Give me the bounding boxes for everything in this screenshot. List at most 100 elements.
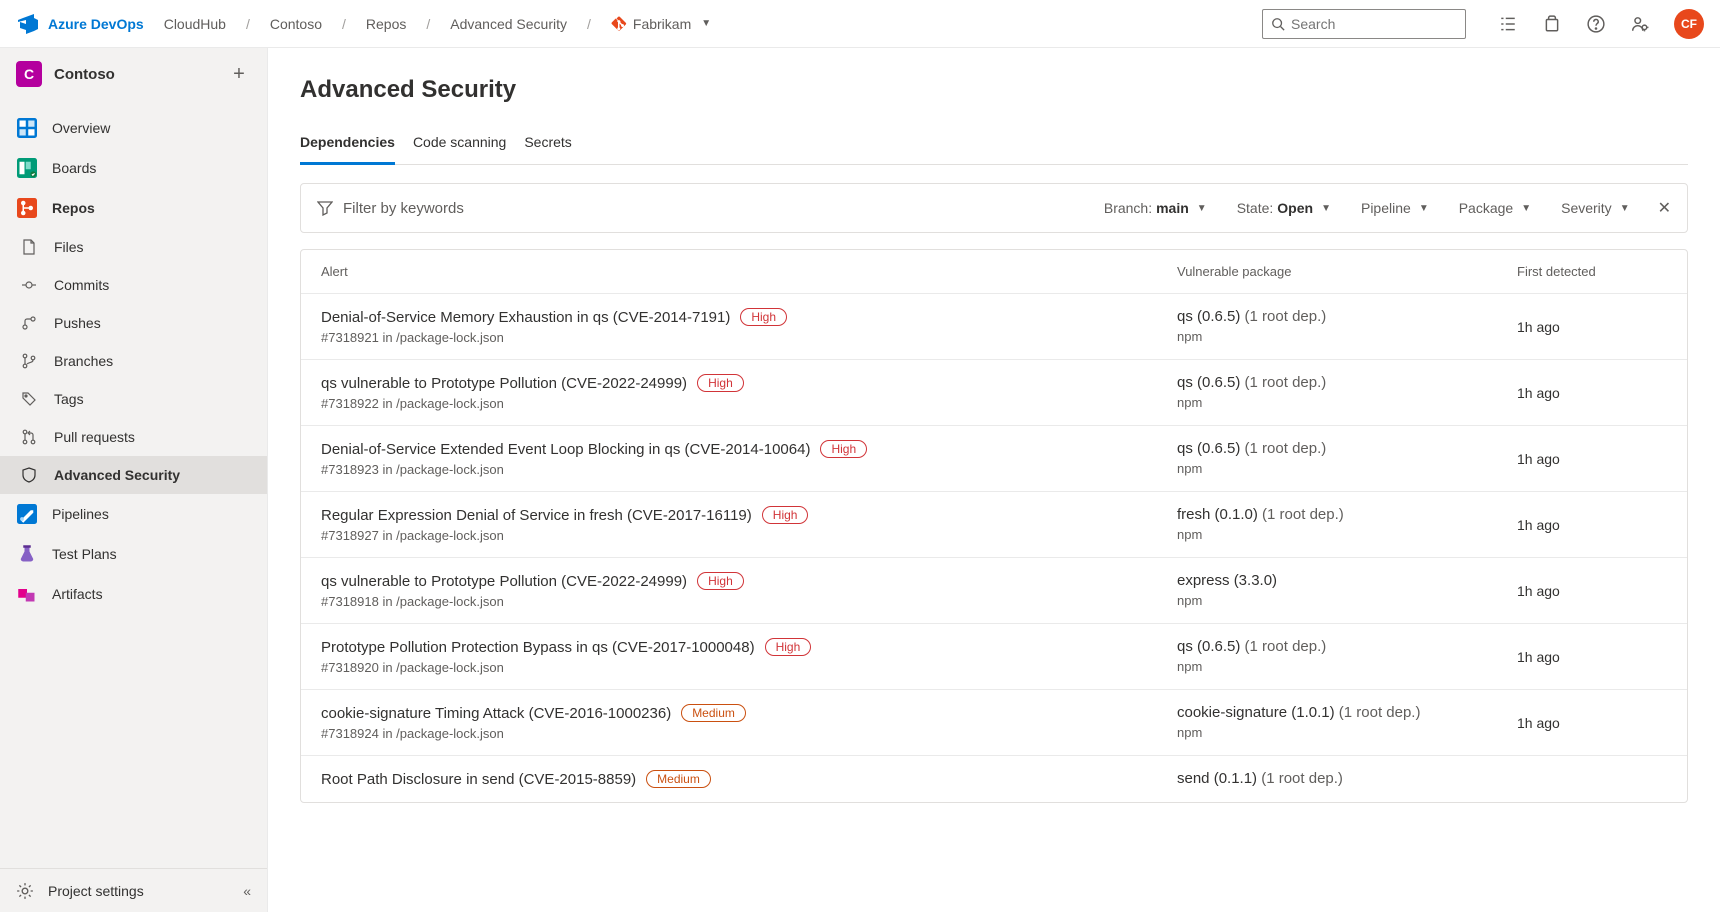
- top-bar: Azure DevOps CloudHub / Contoso / Repos …: [0, 0, 1720, 48]
- sidebar-item-overview[interactable]: Overview: [0, 108, 267, 148]
- chevron-down-icon: ▼: [1419, 203, 1429, 214]
- package-manager: npm: [1177, 461, 1517, 476]
- sidebar-item-test-plans[interactable]: Test Plans: [0, 534, 267, 574]
- sidebar-item-advanced-security[interactable]: Advanced Security: [0, 456, 267, 494]
- package-name: qs (0.6.5): [1177, 638, 1240, 655]
- user-avatar[interactable]: CF: [1674, 9, 1704, 39]
- alert-title: Prototype Pollution Protection Bypass in…: [321, 639, 755, 656]
- alert-row[interactable]: qs vulnerable to Prototype Pollution (CV…: [301, 557, 1687, 623]
- global-search[interactable]: [1262, 9, 1466, 39]
- project-settings[interactable]: Project settings «: [0, 868, 267, 912]
- alert-row[interactable]: Root Path Disclosure in send (CVE-2015-8…: [301, 755, 1687, 802]
- filter-pipeline[interactable]: Pipeline ▼: [1351, 200, 1439, 216]
- sidebar-label: Branches: [54, 353, 113, 369]
- sidebar-item-repos[interactable]: Repos: [0, 188, 267, 228]
- alert-row[interactable]: Denial-of-Service Extended Event Loop Bl…: [301, 425, 1687, 491]
- filter-branch[interactable]: Branch: main ▼: [1094, 200, 1217, 216]
- package-name: qs (0.6.5): [1177, 374, 1240, 391]
- alert-row[interactable]: Denial-of-Service Memory Exhaustion in q…: [301, 293, 1687, 359]
- user-settings-icon[interactable]: [1630, 14, 1650, 34]
- filter-state[interactable]: State: Open ▼: [1227, 200, 1341, 216]
- col-detected[interactable]: First detected: [1517, 264, 1667, 279]
- sidebar-label: Test Plans: [52, 546, 117, 562]
- sidebar-item-pipelines[interactable]: Pipelines: [0, 494, 267, 534]
- collapse-sidebar-icon[interactable]: «: [243, 883, 251, 899]
- sidebar-label: Pipelines: [52, 506, 109, 522]
- alert-title: Denial-of-Service Memory Exhaustion in q…: [321, 309, 730, 326]
- project-badge: C: [16, 61, 42, 87]
- alert-row[interactable]: qs vulnerable to Prototype Pollution (CV…: [301, 359, 1687, 425]
- filter-bar: Branch: main ▼ State: Open ▼ Pipeline ▼ …: [300, 183, 1688, 233]
- breadcrumb-area[interactable]: Repos: [360, 16, 412, 32]
- first-detected: 1h ago: [1517, 583, 1667, 599]
- git-repo-icon: [611, 16, 627, 32]
- pushes-icon: [18, 312, 40, 334]
- tab-secrets[interactable]: Secrets: [524, 126, 571, 164]
- files-icon: [18, 236, 40, 258]
- breadcrumb-page[interactable]: Advanced Security: [444, 16, 573, 32]
- repo-selector[interactable]: Fabrikam ▼: [605, 16, 717, 32]
- first-detected: 1h ago: [1517, 517, 1667, 533]
- help-icon[interactable]: [1586, 14, 1606, 34]
- severity-badge: Medium: [681, 704, 746, 722]
- root-dep: (1 root dep.): [1339, 704, 1421, 721]
- root-dep: (1 root dep.): [1261, 770, 1343, 787]
- brand-label[interactable]: Azure DevOps: [48, 16, 144, 32]
- first-detected: 1h ago: [1517, 451, 1667, 467]
- repos-icon: [16, 197, 38, 219]
- sidebar-item-pull-requests[interactable]: Pull requests: [0, 418, 267, 456]
- alert-row[interactable]: cookie-signature Timing Attack (CVE-2016…: [301, 689, 1687, 755]
- sidebar-item-pushes[interactable]: Pushes: [0, 304, 267, 342]
- col-alert[interactable]: Alert: [321, 264, 1177, 279]
- sidebar-item-branches[interactable]: Branches: [0, 342, 267, 380]
- sidebar-item-commits[interactable]: Commits: [0, 266, 267, 304]
- severity-badge: Medium: [646, 770, 711, 788]
- severity-badge: High: [820, 440, 867, 458]
- test-plans-icon: [16, 543, 38, 565]
- sidebar-item-boards[interactable]: Boards: [0, 148, 267, 188]
- col-package[interactable]: Vulnerable package: [1177, 264, 1517, 279]
- breadcrumb-org[interactable]: CloudHub: [158, 16, 232, 32]
- work-items-icon[interactable]: [1498, 14, 1518, 34]
- clear-filters-icon[interactable]: ✕: [1658, 198, 1671, 218]
- search-input[interactable]: [1291, 16, 1472, 32]
- alert-row[interactable]: Prototype Pollution Protection Bypass in…: [301, 623, 1687, 689]
- package-name: qs (0.6.5): [1177, 308, 1240, 325]
- table-header: Alert Vulnerable package First detected: [301, 250, 1687, 293]
- sidebar-label: Pull requests: [54, 429, 135, 445]
- breadcrumb-sep: /: [420, 16, 436, 32]
- sidebar-label: Overview: [52, 120, 110, 136]
- project-header[interactable]: C Contoso +: [0, 48, 267, 100]
- package-manager: npm: [1177, 725, 1517, 740]
- sidebar-item-files[interactable]: Files: [0, 228, 267, 266]
- breadcrumb-sep: /: [581, 16, 597, 32]
- severity-badge: High: [765, 638, 812, 656]
- tab-code-scanning[interactable]: Code scanning: [413, 126, 506, 164]
- search-icon: [1271, 17, 1285, 31]
- alert-row[interactable]: Regular Expression Denial of Service in …: [301, 491, 1687, 557]
- root-dep: (1 root dep.): [1245, 374, 1327, 391]
- tab-dependencies[interactable]: Dependencies: [300, 126, 395, 165]
- first-detected: 1h ago: [1517, 649, 1667, 665]
- chevron-down-icon: ▼: [1197, 203, 1207, 214]
- root-dep: (1 root dep.): [1245, 308, 1327, 325]
- marketplace-icon[interactable]: [1542, 14, 1562, 34]
- sidebar-item-artifacts[interactable]: Artifacts: [0, 574, 267, 614]
- sidebar-label: Project settings: [48, 883, 144, 899]
- package-name: cookie-signature (1.0.1): [1177, 704, 1335, 721]
- filter-severity[interactable]: Severity ▼: [1551, 200, 1639, 216]
- filter-package[interactable]: Package ▼: [1449, 200, 1541, 216]
- severity-badge: High: [762, 506, 809, 524]
- package-manager: npm: [1177, 329, 1517, 344]
- root-dep: (1 root dep.): [1262, 506, 1344, 523]
- sidebar-label: Advanced Security: [54, 467, 180, 483]
- alerts-table: Alert Vulnerable package First detected …: [300, 249, 1688, 803]
- sidebar-item-tags[interactable]: Tags: [0, 380, 267, 418]
- filter-icon: [317, 200, 333, 216]
- add-button[interactable]: +: [227, 62, 251, 86]
- breadcrumb-project[interactable]: Contoso: [264, 16, 328, 32]
- chevron-down-icon: ▼: [1620, 203, 1630, 214]
- breadcrumb-sep: /: [336, 16, 352, 32]
- filter-keyword-input[interactable]: [343, 200, 1084, 217]
- severity-badge: High: [697, 374, 744, 392]
